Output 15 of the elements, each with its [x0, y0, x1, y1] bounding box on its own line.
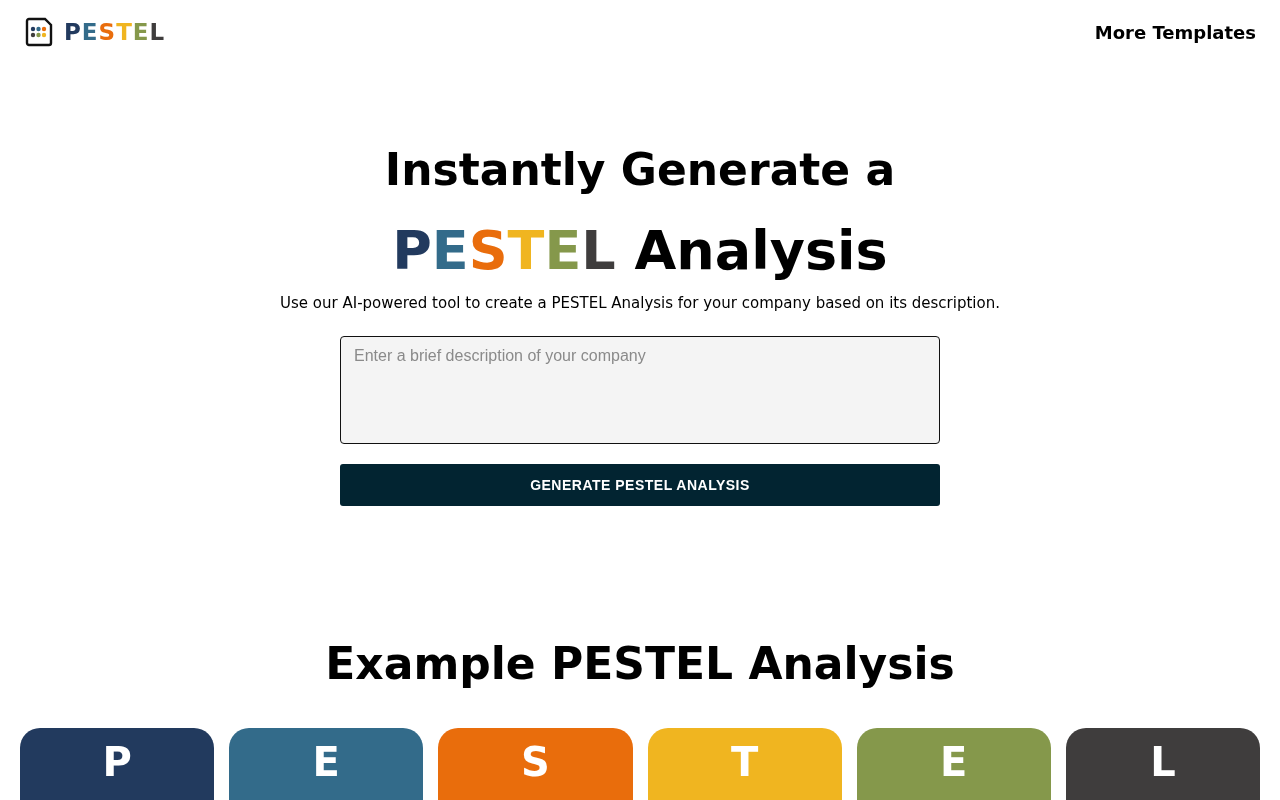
- card-letter: S: [521, 740, 550, 787]
- hero-title: Instantly Generate a: [384, 143, 896, 197]
- more-templates-link[interactable]: More Templates: [1094, 21, 1256, 43]
- generate-button[interactable]: GENERATE PESTEL ANALYSIS: [340, 464, 940, 506]
- card-letter: E: [940, 740, 968, 787]
- description-field[interactable]: Enter a brief description of your company: [340, 336, 940, 444]
- grid-dots-icon: [24, 17, 54, 47]
- card-letter: E: [312, 740, 340, 787]
- card-letter: L: [1150, 740, 1176, 787]
- section-title: Example PESTEL Analysis: [324, 637, 956, 691]
- hero-subtitle: Use our AI-powered tool to create a PESTEL Analysis for your company based on its description.: [280, 294, 1000, 312]
- hero-title-pestel: PESTEL Analysis: [392, 218, 888, 284]
- card-letter: T: [730, 740, 759, 787]
- logo[interactable]: PESTEL: [24, 17, 166, 47]
- card-letter: P: [102, 740, 132, 787]
